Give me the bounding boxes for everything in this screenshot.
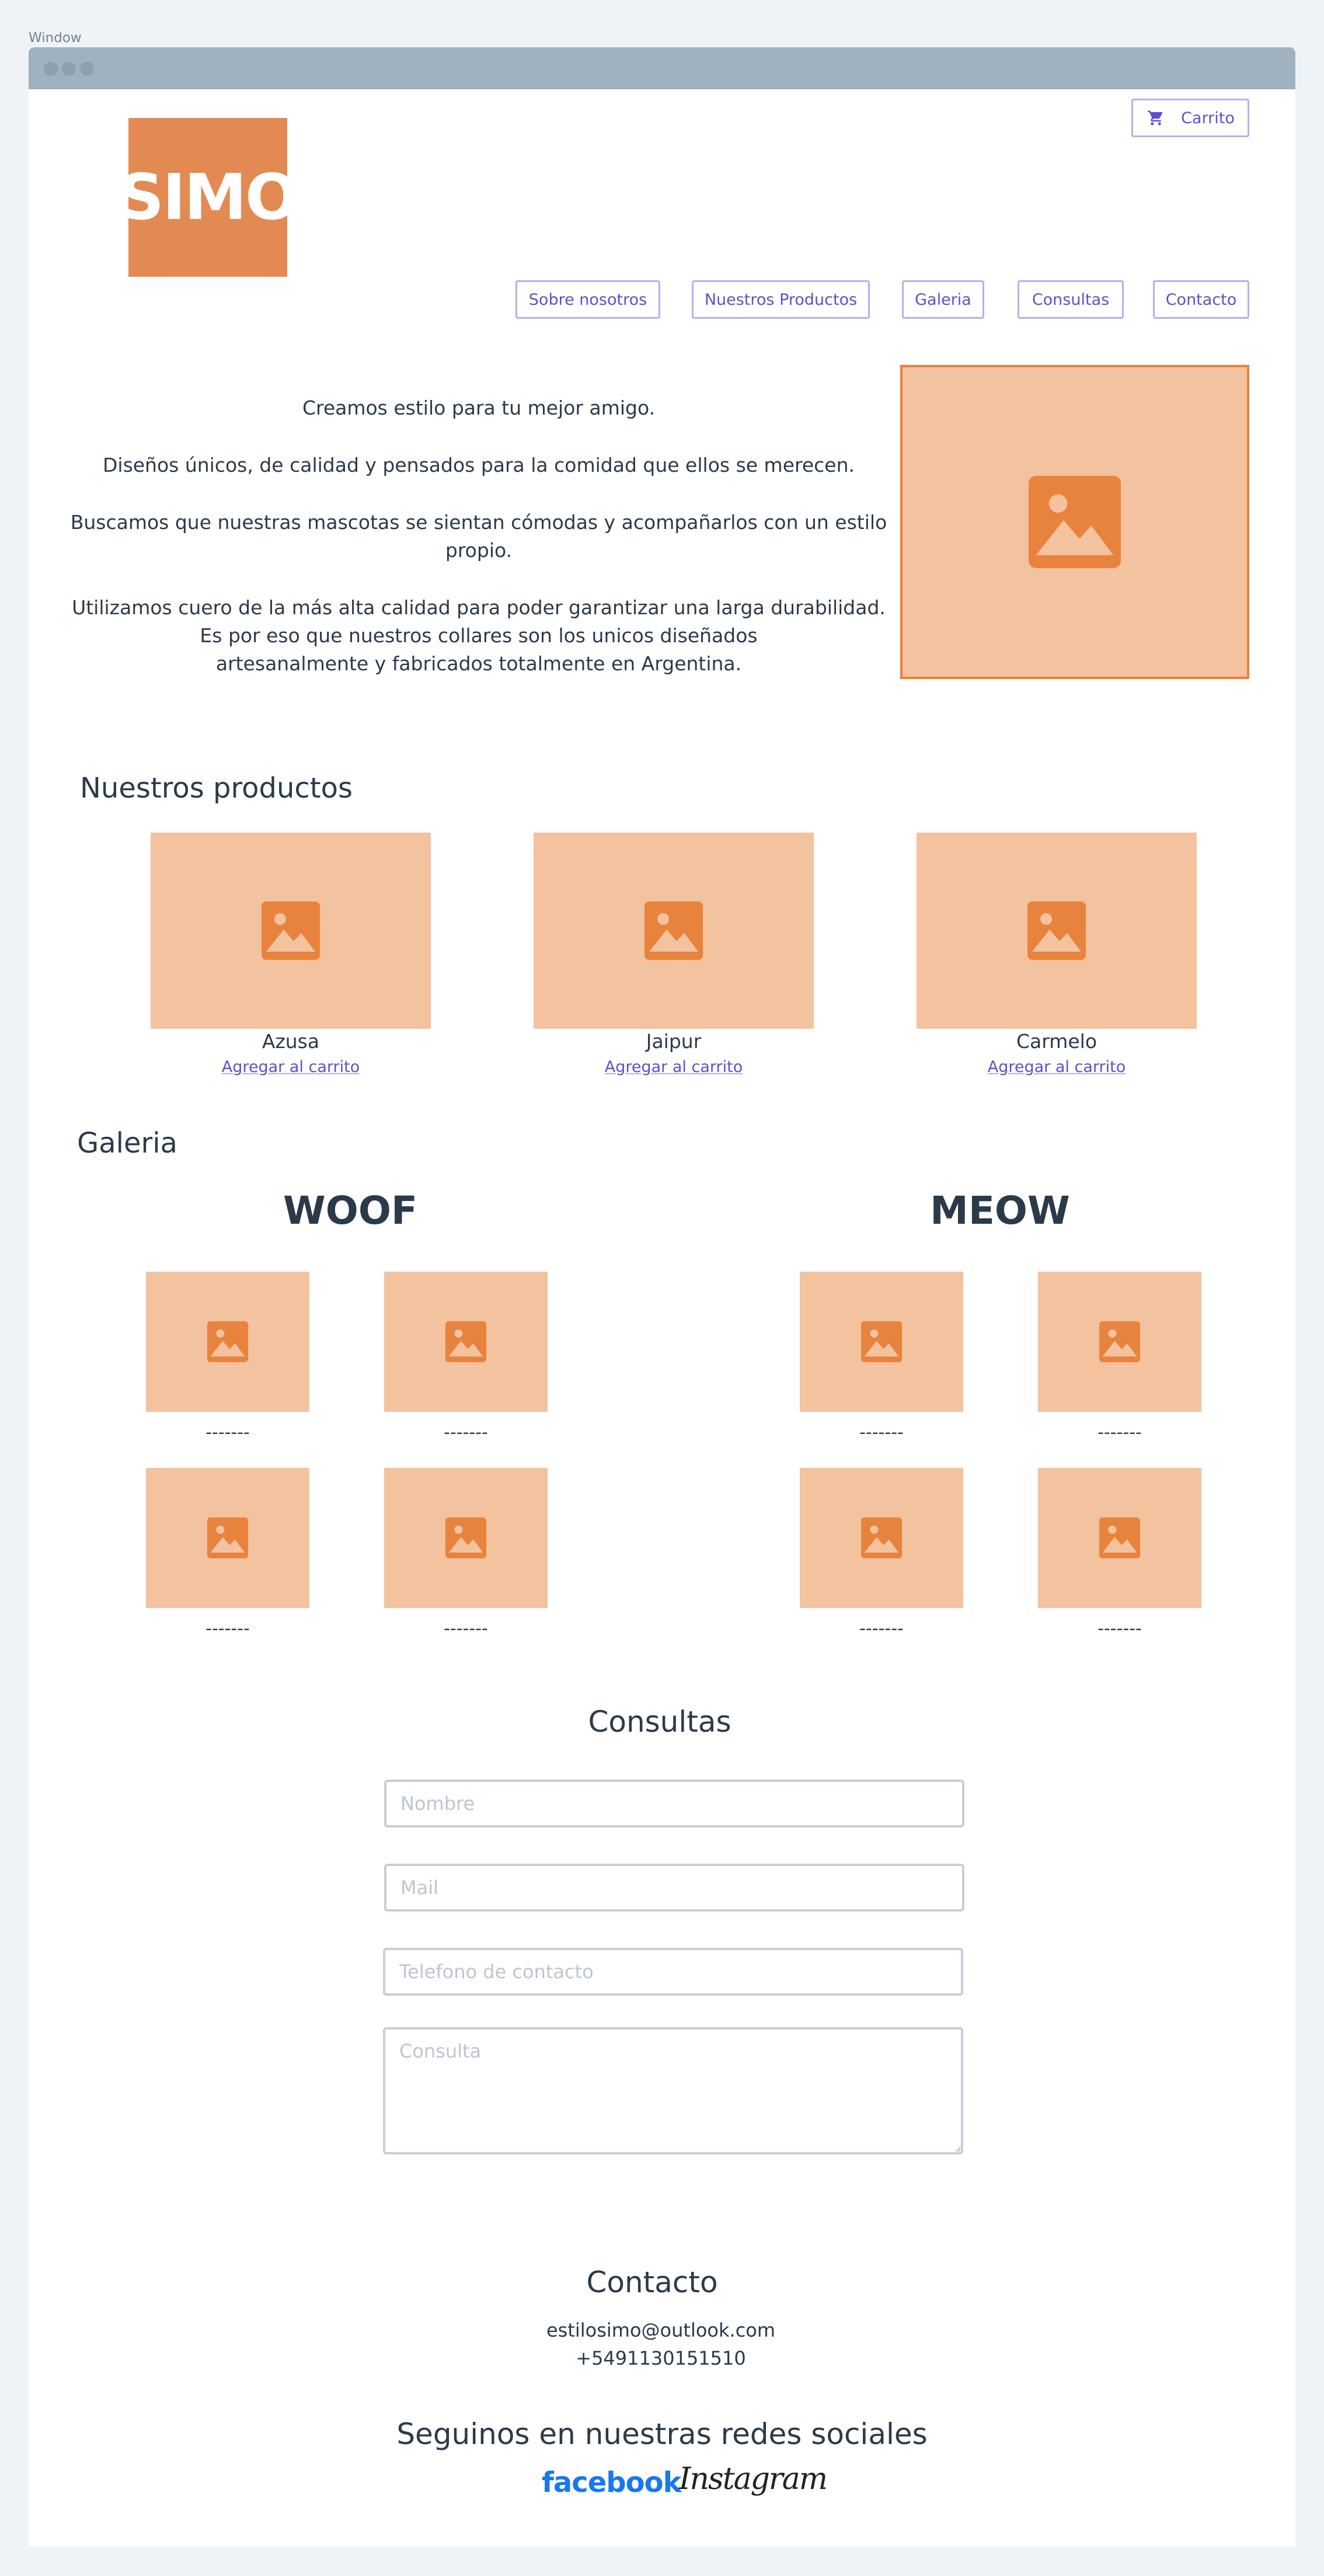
product-image[interactable] bbox=[151, 833, 431, 1029]
instagram-link[interactable]: Instagram bbox=[679, 2462, 828, 2497]
hero-image bbox=[900, 365, 1249, 679]
image-icon bbox=[1027, 901, 1086, 960]
gallery-image[interactable] bbox=[146, 1468, 309, 1608]
contact-email[interactable]: estilosimo@outlook.com bbox=[486, 2319, 836, 2341]
product-image[interactable] bbox=[917, 833, 1197, 1029]
products-title: Nuestros productos bbox=[80, 772, 353, 805]
product-name: Azusa bbox=[262, 1030, 320, 1053]
brand-logo[interactable]: SIMO bbox=[119, 118, 299, 277]
image-icon bbox=[861, 1517, 902, 1558]
window-titlebar bbox=[29, 47, 1295, 90]
gallery-image[interactable] bbox=[800, 1468, 963, 1608]
image-icon bbox=[262, 901, 320, 960]
gallery-image[interactable] bbox=[384, 1468, 548, 1608]
gallery-caption: ------- bbox=[444, 1422, 488, 1443]
phone-input[interactable] bbox=[383, 1948, 963, 1996]
image-icon bbox=[207, 1321, 248, 1362]
nav-nuestros-productos[interactable]: Nuestros Productos bbox=[692, 280, 870, 319]
image-icon bbox=[1029, 476, 1121, 568]
hero-line: Buscamos que nuestras mascotas se sienta… bbox=[70, 511, 887, 562]
gallery-caption: ------- bbox=[205, 1422, 250, 1443]
logo-text: SIMO bbox=[119, 161, 298, 234]
cart-icon bbox=[1148, 110, 1163, 126]
contacto-title: Contacto bbox=[586, 2265, 718, 2299]
gallery-image[interactable] bbox=[146, 1272, 309, 1412]
hero-line: Es por eso que nuestros collares son los… bbox=[200, 624, 758, 675]
add-to-cart-link[interactable]: Agregar al carrito bbox=[917, 1058, 1197, 1076]
social-title: Seguinos en nuestras redes sociales bbox=[396, 2417, 928, 2451]
gallery-woof-title: WOOF bbox=[283, 1188, 418, 1233]
contact-phone[interactable]: +5491130151510 bbox=[486, 2347, 836, 2369]
nav-sobre-nosotros[interactable]: Sobre nosotros bbox=[515, 280, 660, 319]
gallery-meow-title: MEOW bbox=[930, 1188, 1070, 1233]
nav-galeria[interactable]: Galeria bbox=[902, 280, 984, 319]
hero-line: Diseños únicos, de calidad y pensados pa… bbox=[102, 454, 855, 476]
facebook-link[interactable]: facebook bbox=[542, 2466, 682, 2499]
query-textarea[interactable] bbox=[383, 2027, 963, 2154]
gallery-title: Galeria bbox=[77, 1127, 177, 1160]
cart-button[interactable]: Carrito bbox=[1131, 99, 1249, 137]
gallery-caption: ------- bbox=[859, 1618, 904, 1639]
window-label: Window bbox=[29, 30, 82, 46]
image-icon bbox=[445, 1517, 486, 1558]
window-control-dot[interactable] bbox=[44, 62, 58, 76]
mail-input[interactable] bbox=[384, 1864, 964, 1912]
gallery-caption: ------- bbox=[205, 1618, 250, 1639]
gallery-caption: ------- bbox=[1097, 1618, 1142, 1639]
product-image[interactable] bbox=[534, 833, 814, 1029]
gallery-image[interactable] bbox=[1038, 1468, 1201, 1608]
cart-label: Carrito bbox=[1181, 109, 1235, 127]
consultas-title: Consultas bbox=[588, 1705, 731, 1739]
gallery-caption: ------- bbox=[444, 1618, 488, 1639]
nav-contacto[interactable]: Contacto bbox=[1153, 280, 1249, 319]
gallery-caption: ------- bbox=[859, 1422, 904, 1443]
nav-consultas[interactable]: Consultas bbox=[1018, 280, 1124, 319]
add-to-cart-link[interactable]: Agregar al carrito bbox=[151, 1058, 431, 1076]
image-icon bbox=[1099, 1321, 1140, 1362]
gallery-image[interactable] bbox=[800, 1272, 963, 1412]
product-name: Jaipur bbox=[646, 1030, 702, 1053]
hero-description: Creamos estilo para tu mejor amigo. Dise… bbox=[58, 394, 899, 678]
add-to-cart-link[interactable]: Agregar al carrito bbox=[534, 1058, 814, 1076]
hero-line: Creamos estilo para tu mejor amigo. bbox=[302, 396, 656, 419]
image-icon bbox=[207, 1517, 248, 1558]
gallery-image[interactable] bbox=[1038, 1272, 1201, 1412]
name-input[interactable] bbox=[384, 1780, 964, 1827]
gallery-caption: ------- bbox=[1097, 1422, 1142, 1443]
image-icon bbox=[1099, 1517, 1140, 1558]
image-icon bbox=[445, 1321, 486, 1362]
window-control-dot[interactable] bbox=[62, 62, 76, 76]
window-control-dot[interactable] bbox=[80, 62, 94, 76]
image-icon bbox=[861, 1321, 902, 1362]
gallery-image[interactable] bbox=[384, 1272, 548, 1412]
hero-line: Utilizamos cuero de la más alta calidad … bbox=[72, 596, 886, 619]
image-icon bbox=[644, 901, 703, 960]
product-name: Carmelo bbox=[1016, 1030, 1097, 1053]
